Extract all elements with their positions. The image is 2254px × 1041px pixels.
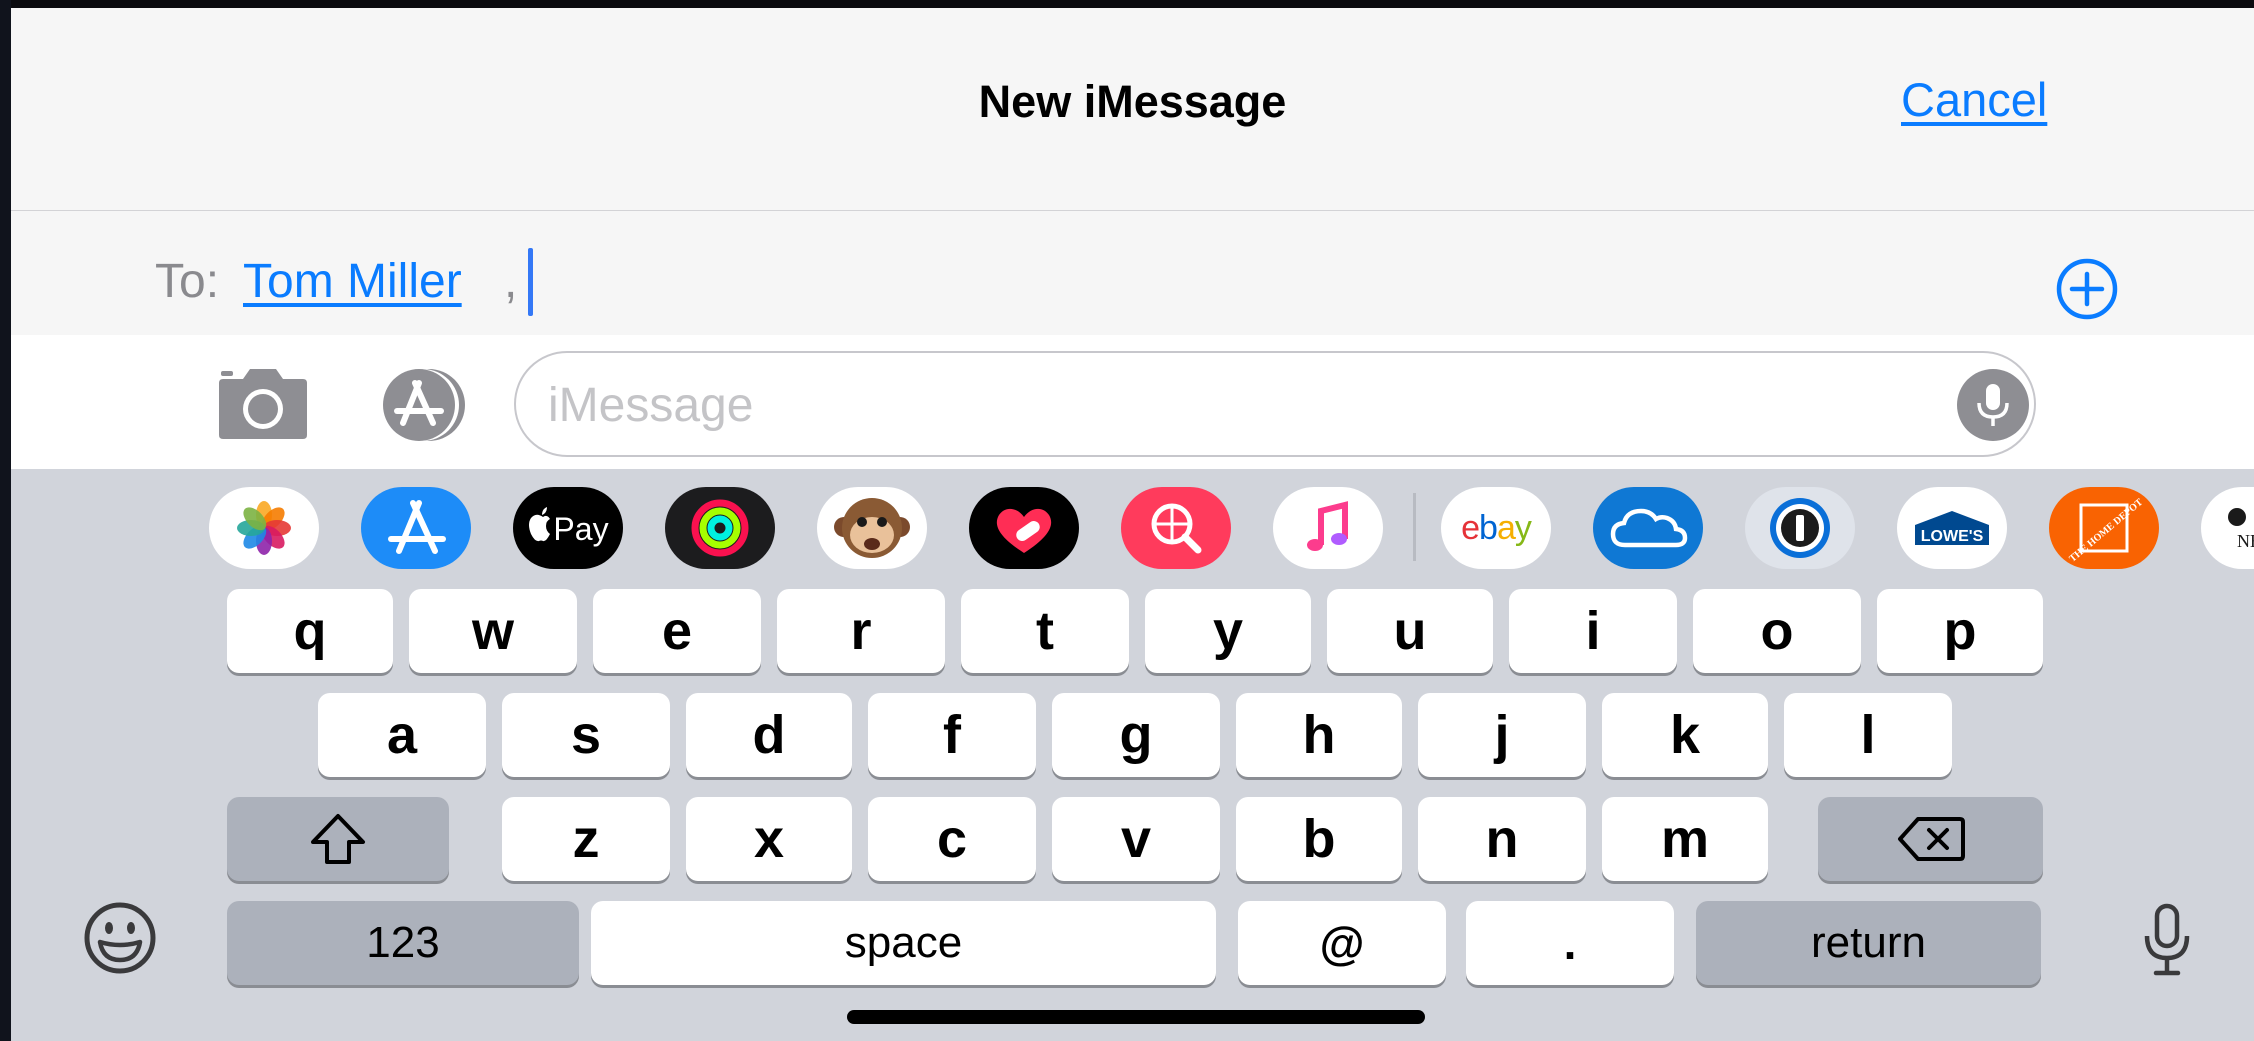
compose-bar: [11, 335, 2254, 469]
svg-text:NB: NB: [2237, 531, 2254, 551]
to-label: To:: [155, 255, 220, 308]
key-u[interactable]: u: [1327, 589, 1493, 673]
message-field[interactable]: [514, 351, 2036, 457]
app-store-button-icon[interactable]: [365, 365, 477, 445]
app-store-icon[interactable]: [361, 487, 471, 569]
1password-icon[interactable]: [1745, 487, 1855, 569]
globe-search-icon[interactable]: [1121, 487, 1231, 569]
key-m[interactable]: m: [1602, 797, 1768, 881]
key-g[interactable]: g: [1052, 693, 1220, 777]
recipient-separator: ,: [504, 255, 518, 308]
screen: New iMessage Cancel To: Tom Miller , iMe…: [0, 0, 2254, 1041]
text-cursor: [528, 248, 533, 316]
drawer-divider: [1413, 493, 1416, 561]
key-t[interactable]: t: [961, 589, 1129, 673]
cancel-button[interactable]: Cancel: [1901, 72, 2047, 127]
photos-icon[interactable]: [209, 487, 319, 569]
svg-text:ebay: ebay: [1461, 509, 1532, 547]
home-depot-logo[interactable]: THE HOME DEPOT: [2049, 487, 2159, 569]
message-input[interactable]: [546, 367, 1930, 443]
key-e[interactable]: e: [593, 589, 761, 673]
at-key[interactable]: @: [1238, 901, 1446, 985]
device-bezel-top: [0, 0, 2254, 8]
recipients-field[interactable]: To: Tom Miller ,: [11, 211, 2254, 335]
cloud-icon[interactable]: [1593, 487, 1703, 569]
key-o[interactable]: o: [1693, 589, 1861, 673]
key-y[interactable]: y: [1145, 589, 1311, 673]
key-i[interactable]: i: [1509, 589, 1677, 673]
add-contact-button[interactable]: [2055, 257, 2119, 321]
activity-rings-icon[interactable]: [665, 487, 775, 569]
app-drawer: Pay ebay LOWE'S THE HOME DEPOT N: [11, 469, 2254, 587]
home-indicator[interactable]: [847, 1010, 1425, 1024]
delete-icon: [1897, 817, 1965, 861]
key-w[interactable]: w: [409, 589, 577, 673]
svg-text:Pay: Pay: [553, 511, 608, 547]
key-j[interactable]: j: [1418, 693, 1586, 777]
key-h[interactable]: h: [1236, 693, 1402, 777]
key-a[interactable]: a: [318, 693, 486, 777]
shift-icon: [311, 814, 365, 864]
emoji-icon[interactable]: [82, 900, 158, 976]
monkey-animoji-icon[interactable]: [817, 487, 927, 569]
key-s[interactable]: s: [502, 693, 670, 777]
delete-key[interactable]: [1818, 797, 2043, 881]
key-l[interactable]: l: [1784, 693, 1952, 777]
navigation-bar: New iMessage Cancel: [11, 8, 2254, 212]
nbc-logo[interactable]: NB: [2201, 487, 2254, 569]
return-key[interactable]: return: [1696, 901, 2041, 985]
heart-touch-icon[interactable]: [969, 487, 1079, 569]
key-n[interactable]: n: [1418, 797, 1586, 881]
recipient-chip[interactable]: Tom Miller: [243, 254, 462, 309]
period-key[interactable]: .: [1466, 901, 1674, 985]
camera-icon[interactable]: [215, 365, 311, 443]
shift-key[interactable]: [227, 797, 449, 881]
device-bezel-left: [0, 0, 11, 1041]
key-r[interactable]: r: [777, 589, 945, 673]
key-x[interactable]: x: [686, 797, 852, 881]
microphone-icon[interactable]: [1957, 369, 2029, 441]
key-b[interactable]: b: [1236, 797, 1402, 881]
space-key[interactable]: space: [591, 901, 1216, 985]
numbers-key[interactable]: 123: [227, 901, 579, 985]
key-k[interactable]: k: [1602, 693, 1768, 777]
ebay-logo[interactable]: ebay: [1441, 487, 1551, 569]
svg-text:THE HOME DEPOT: THE HOME DEPOT: [2067, 497, 2145, 565]
key-d[interactable]: d: [686, 693, 852, 777]
key-v[interactable]: v: [1052, 797, 1220, 881]
svg-text:LOWE'S: LOWE'S: [1921, 528, 1984, 545]
key-z[interactable]: z: [502, 797, 670, 881]
microphone-icon[interactable]: [2142, 902, 2192, 978]
apple-pay-icon[interactable]: Pay: [513, 487, 623, 569]
lowes-logo[interactable]: LOWE'S: [1897, 487, 2007, 569]
key-f[interactable]: f: [868, 693, 1036, 777]
music-note-icon[interactable]: [1273, 487, 1383, 569]
key-c[interactable]: c: [868, 797, 1036, 881]
key-p[interactable]: p: [1877, 589, 2043, 673]
key-q[interactable]: q: [227, 589, 393, 673]
